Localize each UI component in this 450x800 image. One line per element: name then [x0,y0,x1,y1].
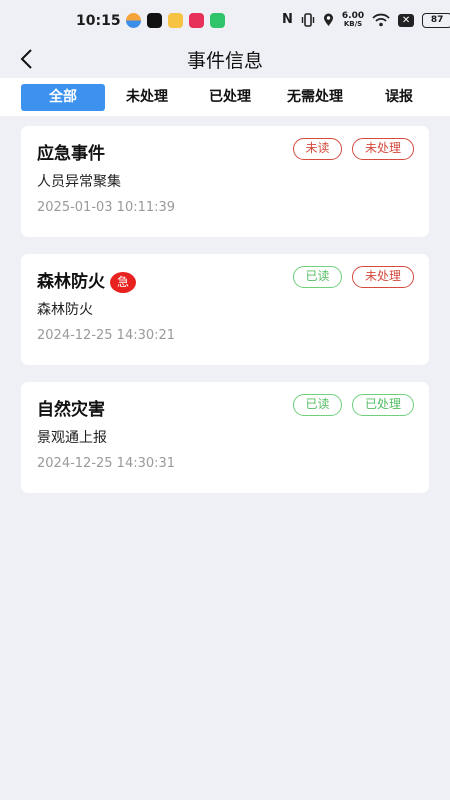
status-time: 10:15 [76,13,121,29]
event-title: 森林防火 [37,272,105,292]
header: 事件信息 [0,42,450,78]
event-time: 2025-01-03 10:11:39 [37,200,176,215]
system-icons: N 6.00 KB/S ✕ 87 [282,12,450,28]
notification-icons [126,13,225,28]
event-title: 自然灾害 [37,400,105,420]
sim-off-icon: ✕ [398,13,415,27]
tab-processed[interactable]: 已处理 [196,84,264,111]
battery-indicator: 87 [422,12,450,28]
tab-no-action-needed[interactable]: 无需处理 [276,84,354,111]
tiktok-app-icon [147,13,162,28]
event-description: 景观通上报 [37,430,107,446]
status-bar: 10:15 N 6.00 KB/S ✕ 87 [0,0,450,42]
nfc-icon: N [282,12,293,27]
event-card[interactable]: 自然灾害 已读 已处理 景观通上报 2024-12-25 14:30:31 [21,382,429,493]
music-app-icon [189,13,204,28]
process-status-badge: 已处理 [352,394,414,416]
read-status-badge: 未读 [293,138,342,160]
event-card[interactable]: 森林防火急 已读 未处理 森林防火 2024-12-25 14:30:21 [21,254,429,365]
event-title: 应急事件 [37,144,105,164]
process-status-badge: 未处理 [352,138,414,160]
event-card[interactable]: 应急事件 未读 未处理 人员异常聚集 2025-01-03 10:11:39 [21,126,429,237]
wifi-icon [372,13,390,27]
urgent-badge: 急 [110,272,136,293]
read-status-badge: 已读 [293,266,342,288]
video-app-icon [210,13,225,28]
tab-all[interactable]: 全部 [21,84,105,111]
vibrate-icon [301,13,315,27]
event-description: 人员异常聚集 [37,174,121,190]
event-title-row: 森林防火急 [37,267,136,293]
tab-unprocessed[interactable]: 未处理 [113,84,181,111]
weather-app-icon [126,13,141,28]
page-title: 事件信息 [186,50,263,72]
process-status-badge: 未处理 [352,266,414,288]
tab-false-alarm[interactable]: 误报 [372,84,426,111]
notes-app-icon [168,13,183,28]
location-icon [323,13,333,26]
event-time: 2024-12-25 14:30:31 [37,456,176,471]
network-speed: 6.00 KB/S [341,11,365,28]
filter-tab-bar: 全部 未处理 已处理 无需处理 误报 [0,78,450,116]
event-description: 森林防火 [37,302,93,318]
event-time: 2024-12-25 14:30:21 [37,328,176,343]
read-status-badge: 已读 [293,394,342,416]
